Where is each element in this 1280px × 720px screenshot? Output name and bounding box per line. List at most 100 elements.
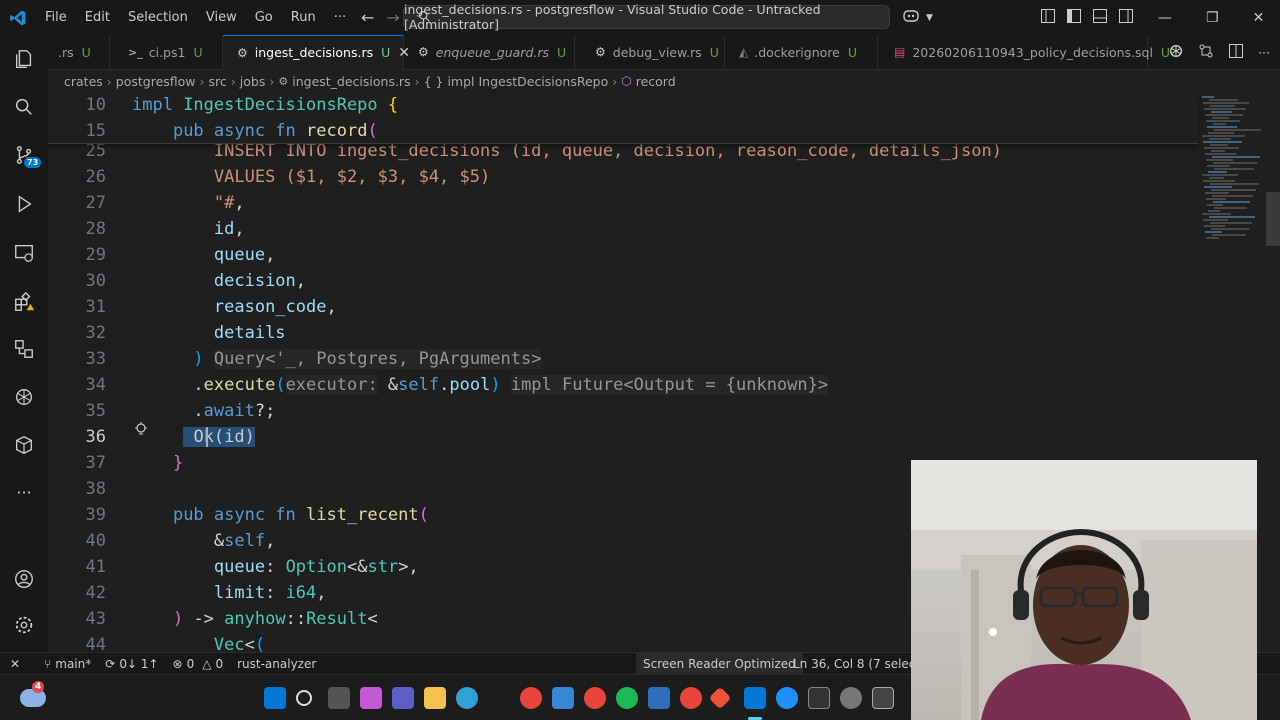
edge-icon[interactable] bbox=[456, 687, 478, 709]
forward-arrow-icon[interactable]: → bbox=[386, 8, 399, 27]
snipping-tool-icon[interactable] bbox=[872, 687, 894, 709]
explorer-icon[interactable] bbox=[12, 47, 36, 71]
line-number: 35 bbox=[85, 401, 106, 421]
minimap-line bbox=[1212, 195, 1253, 197]
remote-indicator[interactable]: ✕ bbox=[0, 657, 27, 671]
code-line[interactable]: 30 decision, bbox=[48, 268, 1198, 294]
menu-more[interactable]: ··· bbox=[325, 10, 355, 25]
menu-run[interactable]: Run bbox=[282, 10, 325, 25]
back-arrow-icon[interactable]: ← bbox=[361, 8, 374, 27]
layout-customize-icon[interactable] bbox=[1040, 8, 1056, 28]
code-line[interactable]: 31 reason_code, bbox=[48, 294, 1198, 320]
code-line[interactable]: 34 .execute(executor: &self.pool) impl F… bbox=[48, 372, 1198, 398]
menu-view[interactable]: View bbox=[197, 10, 246, 25]
terminal-icon[interactable] bbox=[808, 687, 830, 709]
account-icon[interactable] bbox=[12, 567, 36, 591]
toggle-panel-icon[interactable] bbox=[1092, 8, 1108, 28]
sync-indicator[interactable]: ⟳ 0↓ 1↑ bbox=[98, 657, 165, 671]
minimize-icon[interactable]: — bbox=[1158, 10, 1172, 26]
split-editor-icon[interactable] bbox=[1228, 43, 1244, 62]
menu-go[interactable]: Go bbox=[246, 10, 282, 25]
toggle-secondary-sidebar-icon[interactable] bbox=[1118, 8, 1134, 28]
command-center[interactable]: ingest_decisions.rs - postgresflow - Vis… bbox=[403, 2, 890, 32]
vscode-taskbar-icon[interactable] bbox=[744, 687, 766, 709]
toggle-sidebar-icon[interactable] bbox=[1066, 8, 1082, 28]
vertical-scrollbar[interactable] bbox=[1266, 192, 1280, 246]
vscode-logo-icon bbox=[0, 0, 36, 35]
screen-reader-mode[interactable]: Screen Reader Optimized bbox=[636, 653, 803, 674]
powershell-app-icon[interactable] bbox=[648, 687, 670, 709]
sticky-line[interactable]: 10 impl IngestDecisionsRepo { bbox=[48, 92, 1198, 118]
more-actions-icon[interactable]: ··· bbox=[1258, 45, 1270, 60]
more-views-icon[interactable]: ··· bbox=[12, 480, 36, 504]
openai-icon[interactable] bbox=[12, 385, 36, 409]
breadcrumb-record[interactable]: record bbox=[636, 74, 676, 89]
tab-ingest-decisions[interactable]: ⚙ ingest_decisions.rs U ✕ bbox=[223, 34, 410, 70]
search-view-icon[interactable] bbox=[12, 95, 36, 119]
tab-dockerignore[interactable]: ◭ .dockerignore U bbox=[725, 34, 878, 70]
openai-action-icon[interactable] bbox=[1168, 43, 1184, 62]
sync-icon: ⟳ bbox=[105, 656, 116, 671]
remote-explorer-icon[interactable] bbox=[12, 241, 36, 265]
breadcrumb-crates[interactable]: crates bbox=[64, 74, 103, 89]
tab-enqueue-guard[interactable]: ⚙ enqueue_guard.rs U bbox=[404, 34, 575, 70]
file-explorer-icon[interactable] bbox=[424, 687, 446, 709]
task-view-icon[interactable] bbox=[328, 687, 350, 709]
close-window-icon[interactable]: ✕ bbox=[1253, 10, 1265, 26]
minimap-line bbox=[1202, 135, 1245, 137]
container-icon[interactable] bbox=[12, 433, 36, 457]
copilot-icon[interactable] bbox=[902, 8, 920, 28]
windows-start-icon[interactable] bbox=[264, 687, 286, 709]
source-control-icon[interactable]: 73 bbox=[12, 143, 42, 168]
chrome-alt-icon[interactable] bbox=[680, 687, 702, 709]
notepad-icon[interactable] bbox=[552, 687, 574, 709]
code-line[interactable]: 36 Ok(id) bbox=[48, 424, 1198, 450]
code-line[interactable]: 28 id, bbox=[48, 216, 1198, 242]
extensions-icon[interactable] bbox=[12, 290, 36, 314]
branch-indicator[interactable]: ⑂ main* bbox=[37, 657, 98, 671]
breadcrumb-file[interactable]: ingest_decisions.rs bbox=[292, 74, 410, 89]
git-app-icon[interactable] bbox=[708, 686, 732, 710]
rust-analyzer-status[interactable]: rust-analyzer bbox=[230, 657, 323, 671]
minimap[interactable] bbox=[1198, 92, 1268, 242]
tab-rs[interactable]: .rs U bbox=[48, 34, 110, 70]
chrome-icon[interactable] bbox=[520, 687, 542, 709]
compare-changes-icon[interactable] bbox=[1198, 43, 1214, 62]
menu-edit[interactable]: Edit bbox=[76, 10, 119, 25]
copilot-app-icon[interactable] bbox=[360, 687, 382, 709]
breadcrumb-src[interactable]: src bbox=[209, 74, 227, 89]
tab-policy-decisions-sql[interactable]: ▤ 20260206110943_policy_decisions.sql U bbox=[878, 34, 1170, 70]
restore-icon[interactable]: ❐ bbox=[1206, 10, 1219, 26]
tab-ci-ps1[interactable]: >_ ci.ps1 U bbox=[110, 34, 223, 70]
chrome-profile-icon[interactable] bbox=[584, 687, 606, 709]
run-debug-icon[interactable] bbox=[12, 192, 36, 216]
code-line[interactable]: 35 .await?; bbox=[48, 398, 1198, 424]
code-line[interactable]: 32 details bbox=[48, 320, 1198, 346]
code-line[interactable]: 27 "#, bbox=[48, 190, 1198, 216]
spotify-icon[interactable] bbox=[616, 687, 638, 709]
breadcrumb-postgresflow[interactable]: postgresflow bbox=[116, 74, 196, 89]
code-line[interactable]: 29 queue, bbox=[48, 242, 1198, 268]
code-line[interactable]: 26 VALUES ($1, $2, $3, $4, $5) bbox=[48, 164, 1198, 190]
breadcrumb-jobs[interactable]: jobs bbox=[240, 74, 266, 89]
menu-selection[interactable]: Selection bbox=[119, 10, 197, 25]
chevron-down-icon[interactable]: ▼ bbox=[926, 13, 933, 23]
weather-icon[interactable] bbox=[20, 689, 46, 707]
tab-debug-view[interactable]: ⚙ debug_view.rs U bbox=[575, 34, 725, 70]
lightbulb-icon[interactable] bbox=[133, 421, 149, 442]
teams-icon[interactable] bbox=[392, 687, 414, 709]
sticky-line[interactable]: 15 pub async fn record( bbox=[48, 118, 1198, 144]
code-text: decision, bbox=[213, 271, 307, 291]
settings-gear-icon[interactable] bbox=[12, 613, 36, 637]
sticky-scroll[interactable]: 10 impl IngestDecisionsRepo {15 pub async… bbox=[48, 92, 1198, 144]
menu-file[interactable]: File bbox=[36, 10, 76, 25]
screen-reader-label: Screen Reader Optimized bbox=[643, 656, 796, 671]
connections-icon[interactable] bbox=[12, 337, 36, 361]
code-line[interactable]: 33 ) Query<'_, Postgres, PgArguments> bbox=[48, 346, 1198, 372]
taskbar-search-icon[interactable] bbox=[296, 690, 312, 706]
command-center-title: ingest_decisions.rs - postgresflow - Vis… bbox=[404, 2, 821, 32]
breadcrumb-impl[interactable]: { } impl IngestDecisionsRepo bbox=[424, 74, 609, 89]
problems-indicator[interactable]: ⊗ 0 △ 0 bbox=[166, 657, 231, 671]
settings-app-icon[interactable] bbox=[840, 687, 862, 709]
docker-app-icon[interactable] bbox=[776, 687, 798, 709]
